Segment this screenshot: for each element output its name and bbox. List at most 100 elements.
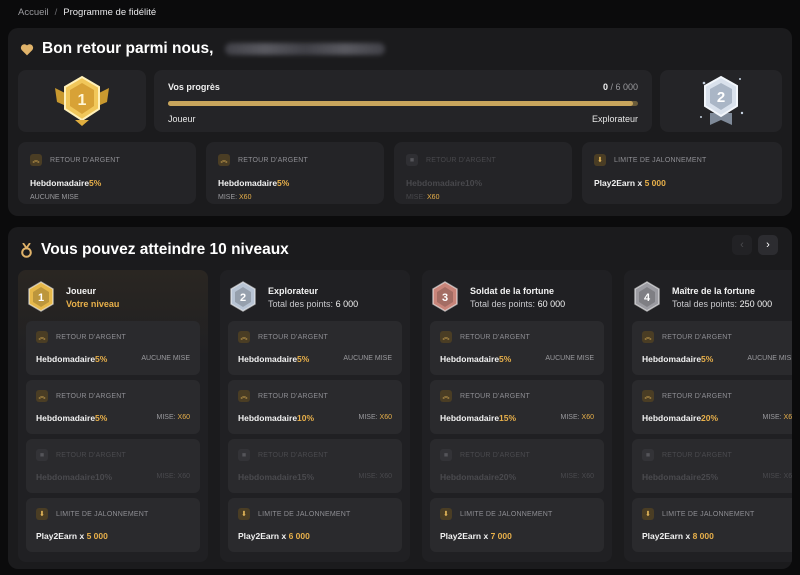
level-card-header: 3 Soldat de la fortune Total des points: 6… — [430, 278, 565, 316]
lock-icon: ■ — [36, 449, 48, 461]
perk-value-text: Play2Earn x — [642, 531, 693, 541]
download-icon: ⬇ — [642, 508, 654, 520]
perk-value-text: Hebdomadaire — [238, 472, 298, 482]
level-points-value: 60 000 — [537, 298, 566, 309]
level-perk: ⬇ LIMITE DE JALONNEMENT Play2Earn x 6 000 — [228, 498, 402, 552]
perk-value-text: Hebdomadaire — [440, 354, 500, 364]
perk-wager-highlight: X60 — [581, 414, 594, 421]
perk-wager-highlight: X60 — [379, 414, 392, 421]
perk-type: RETOUR D'ARGENT — [238, 156, 308, 164]
perk-value-highlight: 7 000 — [490, 531, 512, 541]
level-card: 3 Soldat de la fortune Total des points: 6… — [422, 270, 612, 562]
level-name: Explorateur — [268, 285, 319, 296]
level-card-header: 1 Joueur Votre niveau — [26, 278, 119, 316]
perk-value-text: Hebdomadaire — [642, 354, 702, 364]
lock-icon: ■ — [238, 449, 250, 461]
perk-value: Play2Earn x 7 000 — [440, 531, 512, 541]
level-perk: ■ RETOUR D'ARGENT Hebdomadaire10% MISE: X60 — [26, 439, 200, 493]
medal-icon — [21, 242, 32, 258]
perk-wager-label: MISE: — [156, 473, 178, 480]
perk-sub-highlight: X60 — [427, 194, 440, 201]
chevrons-up-icon: ︽ — [218, 154, 230, 166]
perk-wager: MISE: X60 — [157, 414, 190, 421]
perk-value-highlight: 5 000 — [86, 531, 108, 541]
perk-value-highlight: 6 000 — [288, 531, 310, 541]
perk-value-text: Hebdomadaire — [440, 413, 500, 423]
level-perk: ■ RETOUR D'ARGENT Hebdomadaire25% MISE: X60 — [632, 439, 792, 493]
perk-value: Hebdomadaire10% — [36, 472, 112, 482]
perk-wager: AUCUNE MISE — [343, 355, 392, 362]
perk-type: RETOUR D'ARGENT — [662, 392, 732, 400]
level-card-header: 2 Explorateur Total des points: 6 000 — [228, 278, 358, 316]
level-name: Maître de la fortune — [672, 285, 756, 296]
perk-wager-label: AUCUNE MISE — [141, 355, 190, 362]
perk-value-text: Hebdomadaire — [30, 178, 90, 188]
level-name: Soldat de la fortune — [470, 285, 555, 296]
level-points-label: Total des points: — [672, 298, 738, 309]
perk-value: Hebdomadaire5% — [218, 178, 289, 188]
perk-header: ⬇ LIMITE DE JALONNEMENT — [238, 508, 351, 520]
perk-value-highlight: 5% — [89, 178, 102, 188]
next-level-badge-box: 2 — [660, 70, 782, 132]
perk-type: RETOUR D'ARGENT — [662, 333, 732, 341]
perk-wager: AUCUNE MISE — [545, 355, 594, 362]
perk-wager: MISE: X60 — [359, 414, 392, 421]
perk-value-highlight: 5% — [701, 354, 714, 364]
perk-value: Hebdomadaire5% — [30, 178, 101, 188]
perk-value: Hebdomadaire5% — [36, 413, 107, 423]
perk-header: ︽ RETOUR D'ARGENT — [30, 154, 120, 166]
perk-wager-label: MISE: — [560, 473, 582, 480]
level-card-info: Joueur Votre niveau — [66, 286, 119, 309]
perk-header: ■ RETOUR D'ARGENT — [36, 449, 126, 461]
level-points: Total des points: 250 000 — [672, 299, 772, 309]
perk-value-text: Play2Earn x — [238, 531, 289, 541]
level-perk: ⬇ LIMITE DE JALONNEMENT Play2Earn x 8 000 — [632, 498, 792, 552]
welcome-title: Bon retour parmi nous, — [20, 40, 386, 58]
perk-header: ■ RETOUR D'ARGENT — [642, 449, 732, 461]
perk-header: ⬇ LIMITE DE JALONNEMENT — [594, 154, 707, 166]
level-perk: ︽ RETOUR D'ARGENT Hebdomadaire20% MISE: X60 — [632, 380, 792, 434]
perk-type: RETOUR D'ARGENT — [258, 392, 328, 400]
perk-sub-text: AUCUNE MISE — [30, 194, 79, 201]
perk-type: LIMITE DE JALONNEMENT — [614, 156, 707, 164]
breadcrumb-separator: / — [54, 6, 58, 18]
breadcrumb-home-link[interactable]: Accueil — [18, 7, 49, 18]
perk-sub-text: MISE: — [406, 194, 428, 201]
perk-header: ︽ RETOUR D'ARGENT — [238, 331, 328, 343]
progress-label: Vos progrès — [168, 82, 220, 92]
chevron-right-icon: › — [766, 239, 770, 251]
level-perk: ⬇ LIMITE DE JALONNEMENT Play2Earn x 5 000 — [26, 498, 200, 552]
perk-value-highlight: 20% — [701, 413, 719, 423]
perk-value-text: Play2Earn x — [440, 531, 491, 541]
progress-from-level: Joueur — [168, 114, 196, 124]
perk-value-highlight: 20% — [499, 472, 517, 482]
perk-wager-label: AUCUNE MISE — [747, 355, 792, 362]
perk-value-text: Hebdomadaire — [36, 354, 96, 364]
perk-value-highlight: 8 000 — [692, 531, 714, 541]
perk-type: LIMITE DE JALONNEMENT — [460, 510, 553, 518]
perk-value-text: Hebdomadaire — [36, 472, 96, 482]
perk-type: RETOUR D'ARGENT — [56, 333, 126, 341]
perk-header: ⬇ LIMITE DE JALONNEMENT — [642, 508, 755, 520]
perk-wager: MISE: X60 — [763, 414, 792, 421]
lock-icon: ■ — [440, 449, 452, 461]
perk-value-text: Hebdomadaire — [36, 413, 96, 423]
level-badge-icon: 1 — [28, 281, 54, 312]
breadcrumb: Accueil / Programme de fidélité — [18, 5, 156, 19]
perk-wager-label: MISE: — [762, 414, 784, 421]
levels-panel: Vous pouvez atteindre 10 niveaux ‹ › 1 Jo… — [8, 227, 792, 569]
perk-value: Hebdomadaire5% — [440, 354, 511, 364]
perk-wager-highlight: X60 — [379, 473, 392, 480]
perk-wager: AUCUNE MISE — [747, 355, 792, 362]
level-card-header: 4 Maître de la fortune Total des points: 2… — [632, 278, 772, 316]
level-perk: ■ RETOUR D'ARGENT Hebdomadaire20% MISE: X60 — [430, 439, 604, 493]
level-card: 1 Joueur Votre niveau ︽ RETOUR D'ARGENT Hebd… — [18, 270, 208, 562]
chevrons-up-icon: ︽ — [642, 390, 654, 402]
carousel-prev-button[interactable]: ‹ — [732, 235, 752, 255]
perk-subtext: AUCUNE MISE — [30, 194, 79, 201]
progress-box: Vos progrès 0 / 6 000 Joueur Explorateur — [154, 70, 652, 132]
perk-value-highlight: 5 000 — [644, 178, 666, 188]
carousel-next-button[interactable]: › — [758, 235, 778, 255]
perk-wager-highlight: X60 — [783, 473, 792, 480]
levels-title: Vous pouvez atteindre 10 niveaux — [20, 241, 289, 259]
